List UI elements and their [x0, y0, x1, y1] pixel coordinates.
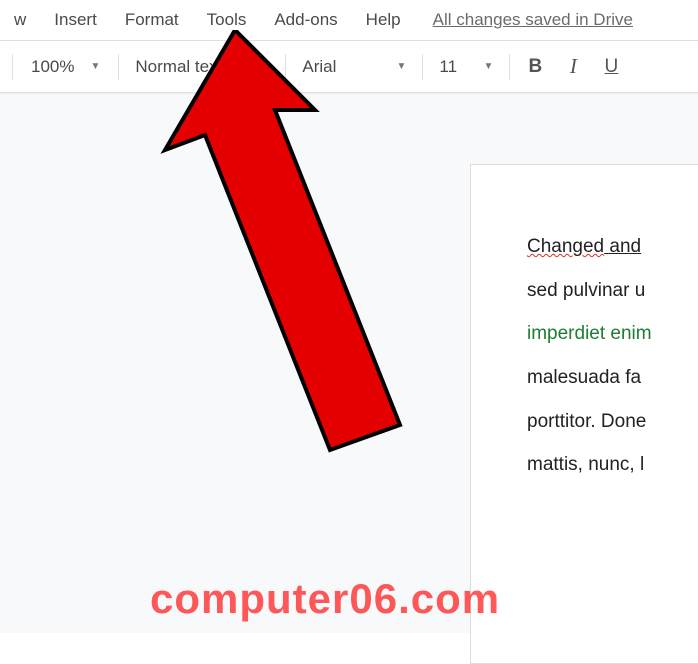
doc-line-5: porttitor. Done [527, 400, 698, 444]
zoom-select[interactable]: 100% ▼ [21, 57, 110, 77]
toolbar-separator [509, 54, 510, 80]
font-family-value: Arial [302, 57, 336, 77]
chevron-down-icon: ▼ [90, 61, 100, 72]
doc-text: Changed [527, 236, 604, 257]
font-size-value: 11 [439, 57, 457, 77]
doc-text: and [604, 236, 641, 257]
toolbar-separator [422, 54, 423, 80]
bold-button[interactable]: B [518, 56, 552, 78]
underline-button[interactable]: U [594, 56, 628, 78]
paragraph-style-select[interactable]: Normal text ▼ [127, 57, 277, 77]
toolbar-separator [118, 54, 119, 80]
doc-line-4: malesuada fa [527, 356, 698, 400]
chevron-down-icon: ▼ [228, 61, 238, 72]
menu-addons[interactable]: Add-ons [260, 6, 351, 34]
doc-line-6: mattis, nunc, l [527, 443, 698, 487]
document-page[interactable]: Changed and sed pulvinar u imperdiet eni… [470, 164, 698, 664]
paragraph-style-value: Normal text [135, 57, 222, 77]
doc-line-3: imperdiet enim [527, 312, 698, 356]
toolbar: 100% ▼ Normal text ▼ Arial ▼ 11 ▼ B I U [0, 41, 698, 93]
zoom-value: 100% [31, 57, 74, 77]
menu-format[interactable]: Format [111, 6, 193, 34]
font-size-select[interactable]: 11 ▼ [431, 57, 501, 77]
menu-insert[interactable]: Insert [40, 6, 111, 34]
chevron-down-icon: ▼ [396, 61, 406, 72]
menu-help[interactable]: Help [352, 6, 415, 34]
save-status[interactable]: All changes saved in Drive [433, 10, 633, 30]
editor-canvas[interactable]: Changed and sed pulvinar u imperdiet eni… [0, 93, 698, 633]
italic-button[interactable]: I [556, 54, 590, 79]
doc-line-1: Changed and [527, 225, 698, 269]
font-family-select[interactable]: Arial ▼ [294, 57, 414, 77]
toolbar-separator [12, 54, 13, 80]
menubar: w Insert Format Tools Add-ons Help All c… [0, 0, 698, 41]
menu-tools[interactable]: Tools [193, 6, 261, 34]
menu-view[interactable]: w [0, 6, 40, 34]
toolbar-separator [285, 54, 286, 80]
doc-line-2: sed pulvinar u [527, 269, 698, 313]
chevron-down-icon: ▼ [483, 61, 493, 72]
watermark-text: computer06.com [150, 575, 500, 623]
